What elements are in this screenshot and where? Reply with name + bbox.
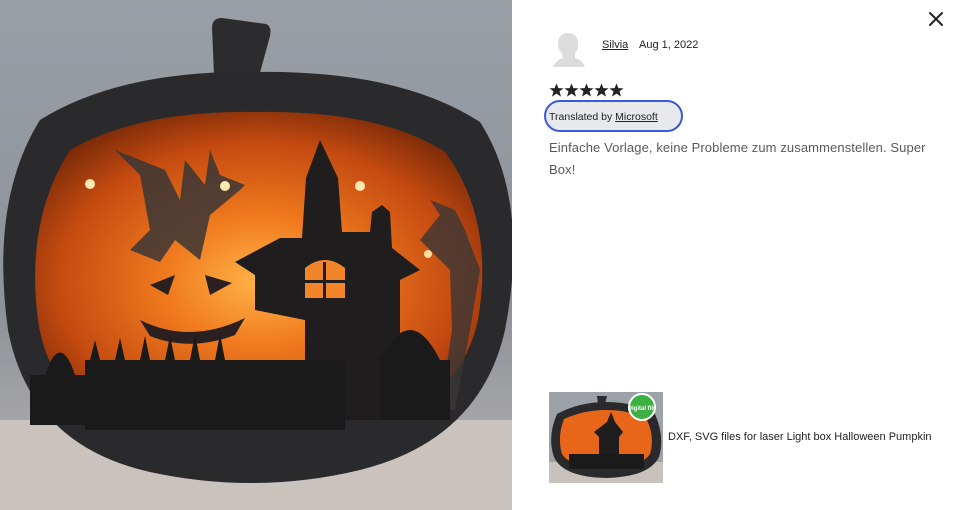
default-avatar-icon [553,33,585,67]
listing-thumbnail-image: Digital file [549,392,663,483]
star-icon [579,83,594,97]
star-rating [549,82,624,100]
listing-title-link[interactable]: DXF, SVG files for laser Light box Hallo… [668,431,953,443]
star-icon [609,83,624,97]
review-photo [0,0,512,510]
reviewer-name-link[interactable]: Silvia [602,39,628,51]
listing-thumbnail[interactable]: Digital file [549,392,663,483]
translated-by-label: Translated by Microsoft [549,111,658,123]
avatar [548,29,588,69]
review-body: Einfache Vorlage, keine Probleme zum zus… [549,140,926,177]
star-icon [549,83,564,97]
star-icon [564,83,579,97]
review-panel: Silvia Aug 1, 2022 Translated by Microso… [512,0,962,510]
star-icon [594,83,609,97]
svg-text:Digital file: Digital file [628,406,657,412]
review-date: Aug 1, 2022 [639,39,699,51]
close-button[interactable] [923,6,949,32]
translated-prefix: Translated by [549,111,616,123]
translation-provider-link[interactable]: Microsoft [615,111,658,123]
close-icon [929,12,943,26]
